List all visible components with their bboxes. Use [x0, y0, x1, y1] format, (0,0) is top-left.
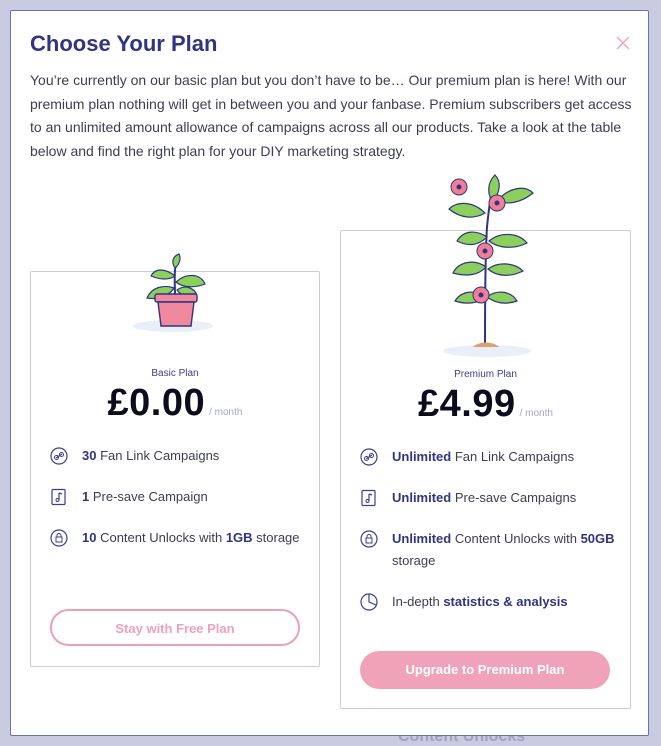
basic-feature-presave: 1 Pre-save Campaign: [50, 486, 310, 508]
presave-icon: [360, 489, 378, 507]
premium-feature-highlight: statistics & analysis: [443, 594, 568, 609]
lock-icon: [360, 530, 378, 548]
premium-price: £4.99: [418, 383, 516, 425]
lock-icon: [50, 529, 68, 547]
stay-free-plan-button[interactable]: Stay with Free Plan: [50, 609, 300, 646]
basic-price: £0.00: [107, 382, 206, 424]
premium-feature-storage: 50GB: [580, 531, 615, 546]
premium-feature-content-unlocks: Unlimited Content Unlocks with 50GB stor…: [360, 528, 620, 572]
basic-feature-count: 10: [82, 530, 97, 545]
premium-feature-count: Unlimited: [392, 531, 452, 546]
premium-feature-label: storage: [392, 553, 436, 568]
modal-title: Choose Your Plan: [30, 31, 218, 56]
basic-feature-content-unlocks: 10 Content Unlocks with 1GB storage: [50, 527, 310, 549]
premium-feature-count: Unlimited: [392, 490, 452, 505]
basic-plan-card: Basic Plan £0.00/ month 30 Fan Link Camp…: [30, 253, 320, 667]
basic-feature-count: 30: [82, 448, 97, 463]
basic-feature-label: Content Unlocks with: [96, 530, 226, 545]
basic-feature-storage: 1GB: [225, 530, 253, 545]
premium-feature-label: Content Unlocks with: [451, 531, 581, 546]
basic-per-month: / month: [209, 407, 243, 418]
plan-modal: Choose Your Plan You’re currently on our…: [10, 10, 649, 736]
link-icon: [360, 448, 378, 466]
premium-plan-name: Premium Plan: [454, 369, 517, 380]
link-icon: [50, 447, 68, 465]
premium-per-month: / month: [519, 408, 553, 419]
premium-feature-label: Pre-save Campaigns: [451, 490, 577, 505]
basic-feature-label: Fan Link Campaigns: [96, 448, 220, 463]
upgrade-premium-button[interactable]: Upgrade to Premium Plan: [360, 651, 610, 689]
pie-chart-icon: [360, 593, 378, 611]
premium-feature-label: Fan Link Campaigns: [451, 449, 575, 464]
modal-intro: You’re currently on our basic plan but y…: [30, 72, 632, 159]
presave-icon: [50, 488, 68, 506]
small-plant-illustration: [131, 246, 215, 339]
basic-feature-label: storage: [252, 530, 300, 545]
basic-plan-name: Basic Plan: [151, 368, 199, 379]
close-icon[interactable]: [615, 35, 631, 51]
flowering-plant-illustration: [435, 157, 545, 362]
premium-feature-count: Unlimited: [392, 449, 452, 464]
premium-price-row: £4.99/ month: [341, 383, 630, 426]
premium-feature-presave: Unlimited Pre-save Campaigns: [360, 487, 620, 509]
premium-plan-card: Premium Plan £4.99/ month Unlimited Fan …: [340, 174, 631, 709]
basic-feature-label: Pre-save Campaign: [89, 489, 208, 504]
premium-feature-statistics: In-depth statistics & analysis: [360, 591, 620, 613]
premium-feature-label: In-depth: [392, 594, 444, 609]
premium-feature-fan-links: Unlimited Fan Link Campaigns: [360, 446, 620, 468]
basic-feature-fan-links: 30 Fan Link Campaigns: [50, 445, 310, 467]
basic-price-row: £0.00/ month: [31, 382, 319, 425]
